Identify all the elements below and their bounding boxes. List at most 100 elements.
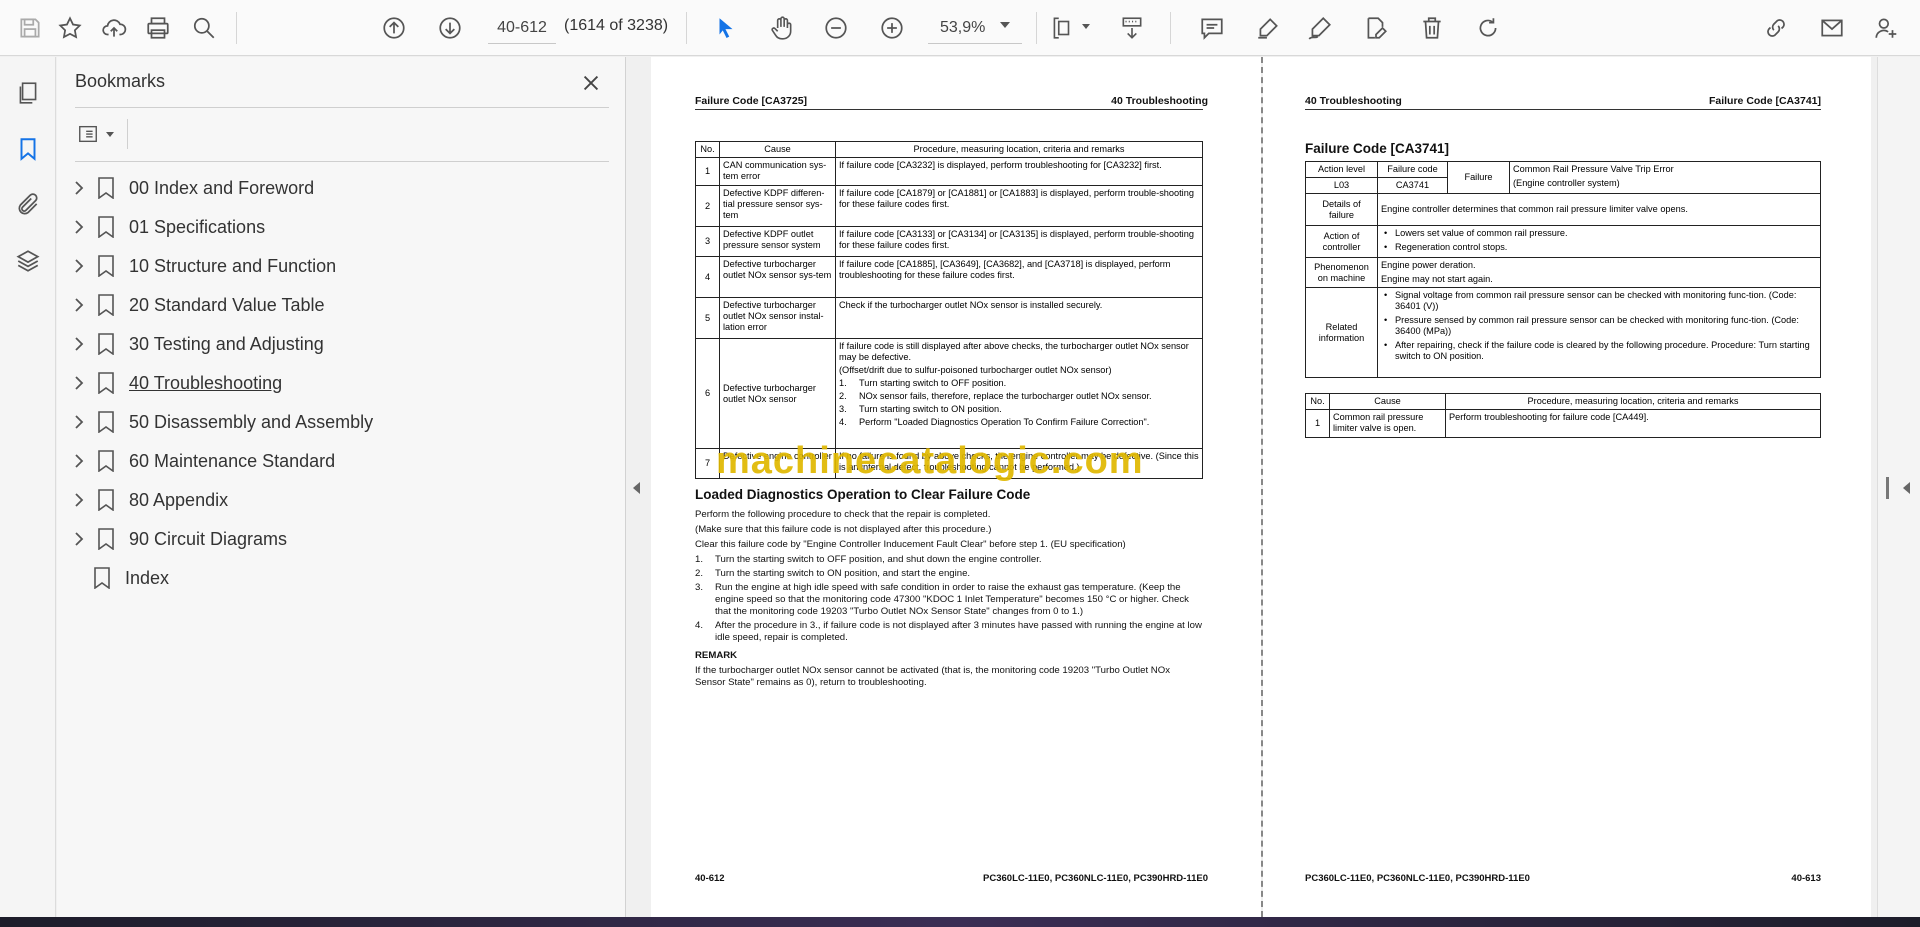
scroll-mode-icon[interactable]: [1114, 10, 1150, 46]
bookmark-options-button[interactable]: [75, 119, 123, 149]
zoom-level-dropdown[interactable]: 53,9%: [928, 12, 1022, 44]
chevron-right-icon[interactable]: [71, 297, 87, 313]
cell-header: Related information: [1305, 287, 1378, 378]
remark-text: If the turbocharger outlet NOx sensor ca…: [695, 665, 1170, 688]
bookmark-item[interactable]: 50 Disassembly and Assembly: [57, 403, 617, 441]
row-cause: Defective KDPF differen-tial pressure se…: [719, 185, 836, 227]
expand-right-panel-icon[interactable]: [1903, 482, 1910, 494]
bookmark-item[interactable]: 20 Standard Value Table: [57, 286, 617, 324]
chevron-right-icon[interactable]: [71, 375, 87, 391]
table-row: 2 Defective KDPF differen-tial pressure …: [695, 185, 1203, 227]
bookmark-icon: [94, 567, 110, 589]
bookmark-icon: [98, 450, 114, 472]
chevron-right-icon[interactable]: [71, 258, 87, 274]
layers-icon[interactable]: [10, 243, 46, 279]
remark-title: REMARK: [695, 650, 738, 661]
chevron-right-icon[interactable]: [71, 531, 87, 547]
page-number-input[interactable]: [488, 12, 556, 44]
row-cause: Common rail pressure limiter valve is op…: [1329, 409, 1446, 438]
previous-page-icon[interactable]: [376, 10, 412, 46]
bookmark-icon: [98, 333, 114, 355]
email-icon[interactable]: [1814, 10, 1850, 46]
draw-signature-icon[interactable]: [1302, 10, 1338, 46]
bookmark-item[interactable]: 90 Circuit Diagrams: [57, 520, 617, 558]
collapse-left-panel-icon[interactable]: [633, 482, 640, 494]
table-row: 1 Common rail pressure limiter valve is …: [1305, 409, 1821, 438]
cell-header: Details of failure: [1305, 193, 1378, 226]
table-row: Action of controller Lowers set value of…: [1305, 225, 1821, 258]
delete-trash-icon[interactable]: [1414, 10, 1450, 46]
chevron-right-icon[interactable]: [71, 336, 87, 352]
column-header: Procedure, measuring location, criteria …: [835, 141, 1203, 158]
list-item: Pressure sensed by common rail pressure …: [1381, 315, 1817, 337]
table-row: 4 Defective turbocharger outlet NOx sens…: [695, 256, 1203, 298]
row-number: 1: [695, 157, 720, 186]
select-cursor-icon[interactable]: [708, 10, 744, 46]
chevron-down-icon[interactable]: [1000, 22, 1010, 28]
chevron-right-icon[interactable]: [71, 180, 87, 196]
page-fit-icon[interactable]: [1044, 10, 1080, 46]
page-header-right: Failure Code [CA3741]: [1708, 95, 1821, 107]
procedure-steps: 1. Turn the starting switch to OFF positi…: [695, 554, 1203, 644]
list-item: Regeneration control stops.: [1381, 242, 1817, 253]
action-level-value: L03: [1305, 177, 1378, 194]
bookmark-item[interactable]: 80 Appendix: [57, 481, 617, 519]
header-rule: [1305, 109, 1821, 110]
vertical-scrollbar[interactable]: [1877, 57, 1920, 917]
toolbar-separator: [1036, 12, 1037, 44]
upload-cloud-icon[interactable]: [96, 10, 132, 46]
redo-rotate-icon[interactable]: [1470, 10, 1506, 46]
section-body: Perform the following procedure to check…: [695, 509, 1203, 692]
bookmark-item[interactable]: 01 Specifications: [57, 208, 617, 246]
share-link-icon[interactable]: [1758, 10, 1794, 46]
related-info-cell: Signal voltage from common rail pressure…: [1377, 287, 1821, 378]
scrollbar-thumb[interactable]: [1886, 477, 1889, 499]
chevron-right-icon[interactable]: [71, 492, 87, 508]
find-zoom-icon[interactable]: [186, 10, 222, 46]
bookmark-item[interactable]: 30 Testing and Adjusting: [57, 325, 617, 363]
page-thumbnails-icon[interactable]: [10, 75, 46, 111]
chevron-right-icon[interactable]: [71, 414, 87, 430]
chevron-right-icon[interactable]: [71, 453, 87, 469]
table-header-row: No. Cause Procedure, measuring location,…: [1305, 393, 1821, 410]
hand-tool-icon[interactable]: [764, 10, 800, 46]
bookmarks-panel-icon[interactable]: [10, 131, 46, 167]
row-number: 2: [695, 185, 720, 227]
row-procedure: If failure code is still displayed after…: [835, 338, 1203, 449]
bookmark-item[interactable]: Index: [57, 559, 617, 597]
bookmark-item[interactable]: 00 Index and Foreword: [57, 169, 617, 207]
bookmark-item[interactable]: 10 Structure and Function: [57, 247, 617, 285]
highlight-pen-icon[interactable]: [1250, 10, 1286, 46]
bookmark-star-icon[interactable]: [52, 10, 88, 46]
table-row: 1 CAN communication sys-tem error If fai…: [695, 157, 1203, 186]
zoom-out-icon[interactable]: [818, 10, 854, 46]
row-number: 4: [695, 256, 720, 298]
bookmark-item[interactable]: 60 Maintenance Standard: [57, 442, 617, 480]
toolbar-separator: [236, 12, 237, 44]
cause-table: No. Cause Procedure, measuring location,…: [695, 141, 1203, 479]
list-item: 2. Turn the starting switch to ON positio…: [695, 568, 971, 579]
row-number: 1: [1305, 409, 1330, 438]
bookmark-label: 40 Troubleshooting: [129, 373, 283, 393]
edit-document-icon[interactable]: [1358, 10, 1394, 46]
zoom-in-icon[interactable]: [874, 10, 910, 46]
table-row: Related information Signal voltage from …: [1305, 287, 1821, 378]
comment-icon[interactable]: [1194, 10, 1230, 46]
close-icon[interactable]: [577, 69, 605, 97]
cell-header: Action of controller: [1305, 225, 1378, 258]
document-viewport[interactable]: Failure Code [CA3725] 40 Troubleshooting…: [627, 57, 1920, 917]
toolbar-separator: [1170, 12, 1171, 44]
next-page-icon[interactable]: [432, 10, 468, 46]
failure-name: Common Rail Pressure Valve Trip Error: [1513, 164, 1674, 174]
chevron-down-icon[interactable]: [1082, 24, 1090, 29]
cell-header: Failure code: [1377, 161, 1448, 178]
list-item: 3. Turn starting switch to ON position.: [839, 404, 1002, 414]
add-user-icon[interactable]: [1868, 10, 1904, 46]
save-icon[interactable]: [12, 10, 48, 46]
chevron-right-icon[interactable]: [71, 219, 87, 235]
attachments-icon[interactable]: [10, 187, 46, 223]
column-header: No.: [1305, 393, 1330, 410]
paragraph: Clear this failure code by "Engine Contr…: [695, 539, 1126, 550]
print-icon[interactable]: [140, 10, 176, 46]
bookmark-item-active[interactable]: 40 Troubleshooting: [57, 364, 617, 402]
